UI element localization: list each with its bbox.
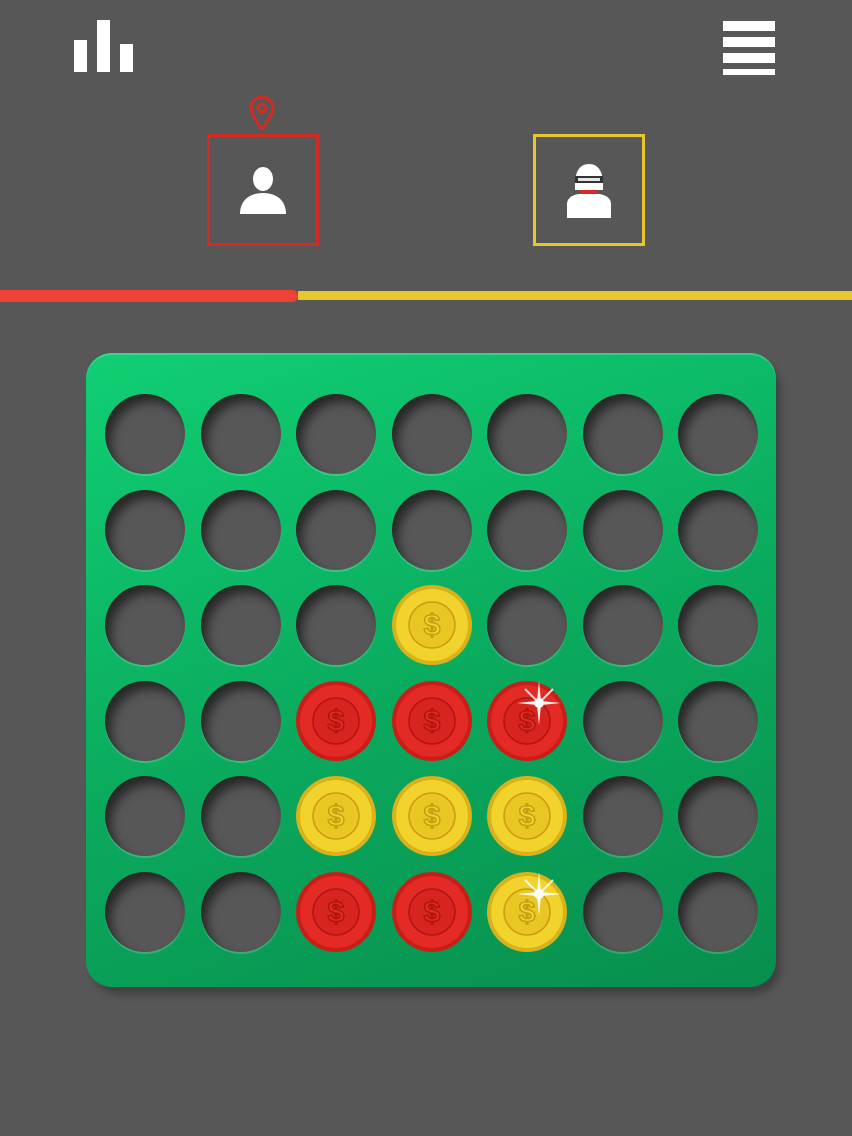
empty-slot[interactable] [105,490,185,570]
svg-text:$: $ [328,896,345,929]
empty-slot[interactable] [678,872,758,952]
empty-slot[interactable] [583,585,663,665]
location-pin-icon [249,95,275,132]
yellow-disc[interactable]: $ [487,872,567,952]
bar-chart-icon [74,20,133,72]
yellow-disc[interactable]: $ [487,776,567,856]
progress-red-segment [0,290,298,302]
empty-slot[interactable] [105,394,185,474]
empty-slot[interactable] [105,585,185,665]
empty-slot[interactable] [201,394,281,474]
empty-slot[interactable] [678,394,758,474]
empty-slot[interactable] [487,490,567,570]
empty-slot[interactable] [201,681,281,761]
empty-slot[interactable] [105,872,185,952]
empty-slot[interactable] [583,394,663,474]
red-disc[interactable]: $ [296,681,376,761]
empty-slot[interactable] [583,872,663,952]
empty-slot[interactable] [487,585,567,665]
empty-slot[interactable] [296,394,376,474]
game-board: $ $ $ $ $ $ $ $ $ $ [86,353,776,987]
empty-slot[interactable] [583,776,663,856]
empty-slot[interactable] [201,872,281,952]
svg-text:$: $ [424,705,441,738]
robot-icon [567,164,611,218]
red-disc[interactable]: $ [487,681,567,761]
svg-text:$: $ [424,800,441,833]
turn-progress-bar [0,290,852,302]
person-icon [240,167,286,214]
empty-slot[interactable] [201,490,281,570]
empty-slot[interactable] [105,681,185,761]
empty-slot[interactable] [105,776,185,856]
svg-text:$: $ [328,705,345,738]
empty-slot[interactable] [201,585,281,665]
empty-slot[interactable] [678,585,758,665]
empty-slot[interactable] [201,776,281,856]
player-robot-card[interactable] [533,134,645,246]
empty-slot[interactable] [583,681,663,761]
svg-text:$: $ [424,896,441,929]
empty-slot[interactable] [392,490,472,570]
empty-slot[interactable] [678,681,758,761]
empty-slot[interactable] [392,394,472,474]
progress-yellow-segment [298,291,852,300]
empty-slot[interactable] [583,490,663,570]
yellow-disc[interactable]: $ [392,585,472,665]
red-disc[interactable]: $ [392,681,472,761]
red-disc[interactable]: $ [296,872,376,952]
stats-button[interactable] [72,18,136,76]
player-human-card[interactable] [207,134,319,246]
empty-slot[interactable] [678,776,758,856]
turn-indicator [248,95,276,132]
svg-text:$: $ [519,896,536,929]
svg-text:$: $ [519,705,536,738]
menu-button[interactable] [721,19,777,75]
svg-text:$: $ [328,800,345,833]
svg-text:$: $ [519,800,536,833]
hamburger-menu-icon [723,21,775,75]
red-disc[interactable]: $ [392,872,472,952]
empty-slot[interactable] [487,394,567,474]
empty-slot[interactable] [296,585,376,665]
yellow-disc[interactable]: $ [296,776,376,856]
empty-slot[interactable] [678,490,758,570]
yellow-disc[interactable]: $ [392,776,472,856]
empty-slot[interactable] [296,490,376,570]
svg-text:$: $ [424,609,441,642]
